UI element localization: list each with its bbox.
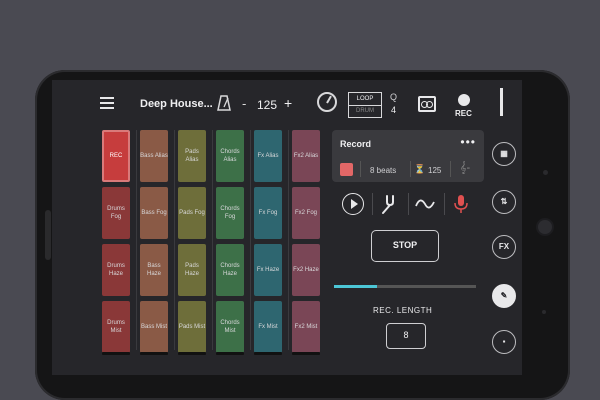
pad-button[interactable]: Chords Fog	[216, 187, 244, 239]
phone-sensor-2	[542, 310, 546, 314]
record-panel-title: Record	[340, 139, 372, 149]
pad-button[interactable]: Bass Haze	[140, 244, 168, 296]
column-divider	[212, 130, 213, 350]
waveform-icon[interactable]	[414, 193, 436, 215]
tempo-value: 125	[257, 98, 278, 112]
fx-button[interactable]: FX	[492, 235, 516, 259]
folder-icon[interactable]: ▪	[492, 330, 516, 354]
pad-button[interactable]: Pads Haze	[178, 244, 206, 296]
pad-button[interactable]: Drums Mist	[102, 301, 130, 353]
quantize-value: 4	[391, 105, 397, 115]
pad-button[interactable]: Fx2 Alias	[292, 130, 320, 182]
bpm-value: 125	[428, 166, 442, 175]
drum-label: DRUM	[349, 105, 381, 117]
tempo-increase-button[interactable]: +	[284, 95, 292, 111]
pad-button[interactable]: Drums Fog	[102, 187, 130, 239]
pad-button[interactable]: Fx Haze	[254, 244, 282, 296]
beats-value[interactable]: 8 beats	[370, 166, 396, 175]
quantize-label[interactable]: Q	[390, 92, 397, 102]
more-options-icon[interactable]: •••	[460, 135, 476, 149]
tempo-decrease-button[interactable]: -	[242, 96, 246, 111]
divider	[410, 161, 411, 177]
column-bar	[178, 352, 206, 355]
column-divider	[250, 130, 251, 350]
pad-button[interactable]: Drums Haze	[102, 244, 130, 296]
recording-progress	[334, 285, 476, 288]
column-bar	[216, 352, 244, 355]
blurred-caption	[135, 30, 475, 42]
pad-button[interactable]: Chords Mist	[216, 301, 244, 353]
divider	[372, 193, 373, 215]
pad-button[interactable]: Fx Alias	[254, 130, 282, 182]
microphone-icon[interactable]	[450, 193, 472, 215]
pad-button[interactable]: Chords Alias	[216, 130, 244, 182]
column-bar	[140, 352, 168, 355]
volume-dial-icon[interactable]	[317, 92, 337, 112]
column-divider	[136, 130, 137, 350]
record-label: REC	[455, 109, 472, 118]
metronome-small-icon: ⏳	[414, 164, 426, 174]
rec-length-label: REC. LENGTH	[373, 306, 433, 315]
edit-icon[interactable]: ✎	[492, 284, 516, 308]
pad-button[interactable]: Fx Mist	[254, 301, 282, 353]
pad-button[interactable]: Pads Alias	[178, 130, 206, 182]
pad-button[interactable]: Fx2 Haze	[292, 244, 320, 296]
rec-length-selector[interactable]: 8	[386, 323, 426, 349]
top-bar: Deep House... - 125 + LOOP DRUM Q 4 REC	[52, 80, 522, 120]
project-title[interactable]: Deep House...	[140, 98, 213, 110]
pad-button[interactable]: REC	[102, 130, 130, 182]
pad-button[interactable]: Pads Fog	[178, 187, 206, 239]
phone-speaker	[45, 210, 51, 260]
column-bar	[102, 352, 130, 355]
divider	[408, 193, 409, 215]
stop-button[interactable]: STOP	[371, 230, 439, 262]
divider	[450, 161, 451, 177]
pad-button[interactable]: Fx2 Mist	[292, 301, 320, 353]
tuning-fork-icon[interactable]	[378, 193, 400, 215]
column-divider	[288, 130, 289, 350]
app-screen: Deep House... - 125 + LOOP DRUM Q 4 REC …	[52, 80, 522, 375]
pad-button[interactable]: Fx Fog	[254, 187, 282, 239]
clef-icon[interactable]: 𝄞-	[460, 162, 470, 175]
record-button[interactable]	[458, 94, 470, 106]
record-color-swatch[interactable]	[340, 163, 353, 176]
pad-button[interactable]: Bass Fog	[140, 187, 168, 239]
pad-button[interactable]: Bass Alias	[140, 130, 168, 182]
column-bar	[292, 352, 320, 355]
mixer-icon[interactable]: ⇅	[492, 190, 516, 214]
pad-button[interactable]: Bass Mist	[140, 301, 168, 353]
metronome-icon[interactable]	[217, 95, 231, 111]
record-panel: Record ••• 8 beats ⏳ 125 𝄞-	[332, 130, 484, 182]
grid-view-icon[interactable]: ▦	[492, 142, 516, 166]
level-meter	[500, 88, 503, 116]
hamburger-menu-icon[interactable]	[100, 97, 114, 109]
column-bar	[254, 352, 282, 355]
column-divider	[174, 130, 175, 350]
pad-button[interactable]: Pads Mist	[178, 301, 206, 353]
divider	[444, 193, 445, 215]
pad-grid: REC Drums Fog Drums Haze Drums Mist Bass Ali…	[102, 130, 327, 365]
phone-sensor	[543, 170, 548, 175]
pad-button[interactable]: Fx2 Fog	[292, 187, 320, 239]
loop-drum-toggle[interactable]: LOOP DRUM	[348, 92, 382, 118]
tape-recorder-icon[interactable]	[418, 96, 436, 112]
loop-label: LOOP	[349, 93, 381, 105]
pad-button[interactable]: Chords Haze	[216, 244, 244, 296]
progress-fill	[334, 285, 377, 288]
divider	[360, 161, 361, 177]
play-icon[interactable]	[342, 193, 364, 215]
phone-camera	[538, 220, 552, 234]
